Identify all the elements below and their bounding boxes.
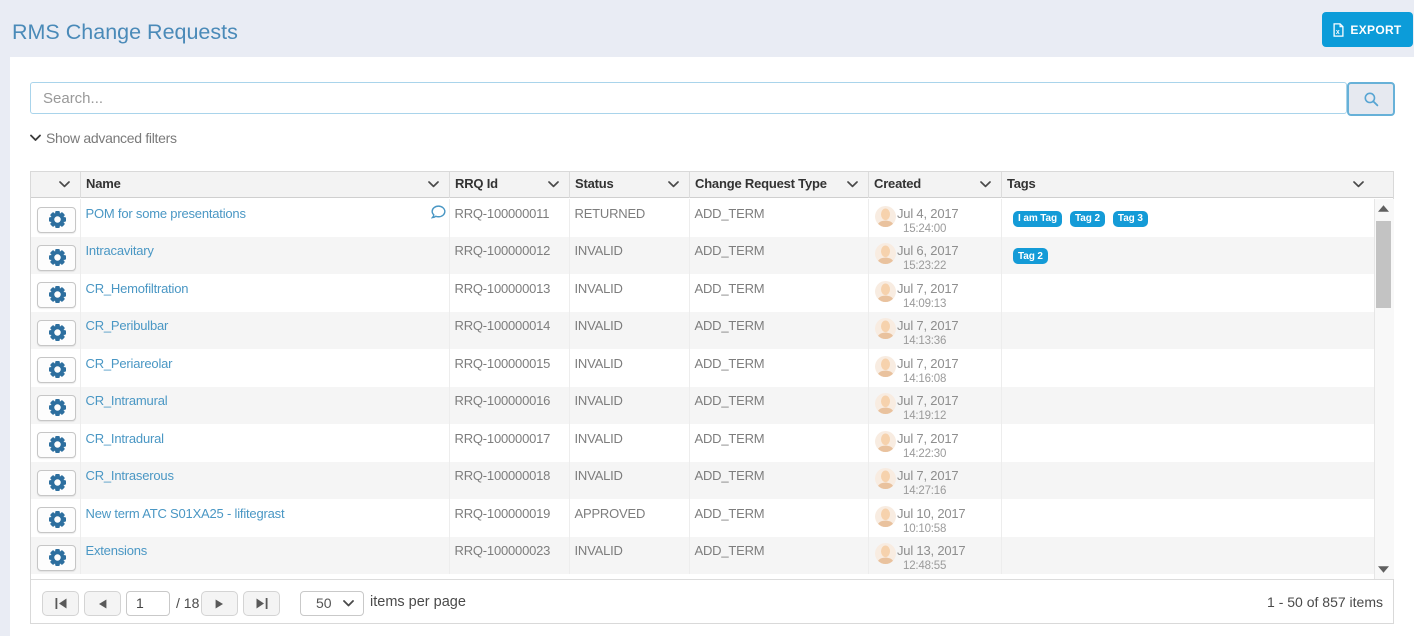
svg-text:x: x [1336,28,1340,35]
